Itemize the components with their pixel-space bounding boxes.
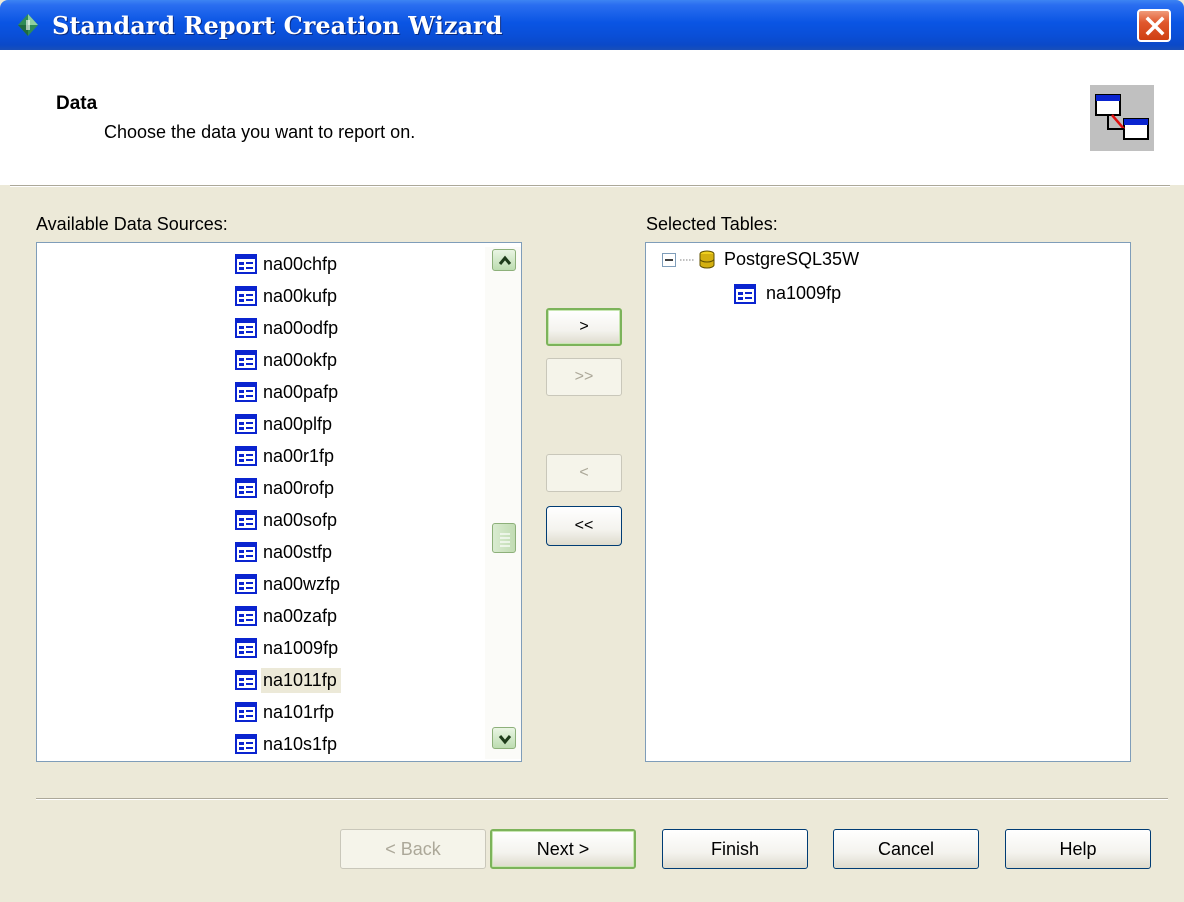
tree-root-item[interactable]: PostgreSQL35W [662, 249, 859, 270]
wizard-header: Data Choose the data you want to report … [0, 50, 1184, 185]
list-item[interactable]: na1011fp [235, 665, 341, 695]
title-bar: Standard Report Creation Wizard [0, 0, 1184, 50]
table-icon [235, 286, 257, 306]
cancel-button[interactable]: Cancel [833, 829, 979, 869]
footer-separator [36, 798, 1168, 800]
selected-tables-label: Selected Tables: [646, 214, 778, 234]
list-item[interactable]: na00plfp [235, 409, 336, 439]
available-scrollbar[interactable] [485, 247, 521, 759]
list-item-label: na00plfp [263, 413, 333, 434]
close-icon [1145, 16, 1165, 36]
list-item-label: na00r1fp [263, 445, 335, 466]
tree-child-label: na1009fp [766, 283, 842, 303]
list-item[interactable]: na00zafp [235, 601, 341, 631]
list-item[interactable]: na00sofp [235, 505, 341, 535]
arrow-down-icon [498, 735, 512, 745]
list-item[interactable]: na00rofp [235, 473, 338, 503]
list-item[interactable]: na00kufp [235, 281, 341, 311]
scroll-up-button[interactable] [492, 249, 516, 271]
finish-button[interactable]: Finish [662, 829, 808, 869]
wizard-app-icon [18, 14, 38, 36]
tree-connector-icon [680, 259, 694, 260]
table-icon [235, 446, 257, 466]
list-item[interactable]: na1009fp [235, 633, 342, 663]
close-button[interactable] [1137, 9, 1171, 42]
table-icon [235, 734, 257, 754]
list-item-label: na1011fp [261, 667, 341, 693]
table-icon [235, 318, 257, 338]
list-item[interactable]: na00odfp [235, 313, 342, 343]
help-button[interactable]: Help [1005, 829, 1151, 869]
arrow-up-icon [498, 255, 512, 265]
list-item-label: na00kufp [263, 285, 338, 306]
next-button[interactable]: Next > [490, 829, 636, 869]
table-icon [235, 414, 257, 434]
grip-icon [500, 533, 510, 547]
table-icon [235, 638, 257, 658]
list-item[interactable]: na00okfp [235, 345, 341, 375]
remove-table-button[interactable]: < [546, 454, 622, 492]
table-icon [235, 510, 257, 530]
table-icon [235, 574, 257, 594]
table-icon [235, 670, 257, 690]
page-subheading: Choose the data you want to report on. [104, 122, 416, 142]
list-item[interactable]: na101rfp [235, 697, 338, 727]
table-icon [235, 350, 257, 370]
list-item-label: na00stfp [263, 541, 333, 562]
table-icon [235, 254, 257, 274]
scroll-down-button[interactable] [492, 727, 516, 749]
list-item-label: na00zafp [263, 605, 338, 626]
table-icon [235, 606, 257, 626]
list-item-label: na00chfp [263, 253, 338, 274]
table-icon [235, 702, 257, 722]
list-item-label: na00okfp [263, 349, 338, 370]
list-item-label: na00wzfp [263, 573, 341, 594]
page-heading: Data [56, 93, 98, 114]
selected-tables-tree[interactable]: PostgreSQL35W na1009fp [645, 242, 1131, 762]
list-item[interactable]: na00stfp [235, 537, 336, 567]
list-item[interactable]: na10s1fp [235, 729, 341, 759]
list-item[interactable]: na00pafp [235, 377, 342, 407]
available-sources-list[interactable]: na00chfp na00kufp na00odfp na00okfp na00pafp… [36, 242, 522, 762]
list-item-label: na00rofp [263, 477, 335, 498]
table-icon [235, 542, 257, 562]
available-sources-label: Available Data Sources: [36, 214, 228, 234]
table-icon [235, 478, 257, 498]
linked-tables-icon [1090, 85, 1154, 151]
table-icon [734, 283, 756, 304]
list-item[interactable]: na00wzfp [235, 569, 344, 599]
collapse-icon[interactable] [662, 252, 676, 267]
list-item-label: na00pafp [263, 381, 339, 402]
list-item-label: na00odfp [263, 317, 339, 338]
tree-root-label: PostgreSQL35W [724, 249, 860, 269]
list-item-label: na101rfp [263, 701, 335, 722]
table-icon [235, 382, 257, 402]
header-separator [10, 185, 1170, 187]
database-icon [699, 250, 715, 268]
scroll-thumb[interactable] [492, 523, 516, 553]
list-item-label: na10s1fp [263, 733, 338, 754]
add-table-button[interactable]: > [546, 308, 622, 346]
list-item-label: na1009fp [263, 637, 339, 658]
list-item[interactable]: na00chfp [235, 249, 341, 279]
list-item-label: na00sofp [263, 509, 338, 530]
tree-child-item[interactable]: na1009fp [734, 283, 841, 304]
add-all-tables-button[interactable]: >> [546, 358, 622, 396]
list-item[interactable]: na00r1fp [235, 441, 338, 471]
back-button[interactable]: < Back [340, 829, 486, 869]
remove-all-tables-button[interactable]: << [546, 506, 622, 546]
window-title: Standard Report Creation Wizard [52, 11, 503, 40]
